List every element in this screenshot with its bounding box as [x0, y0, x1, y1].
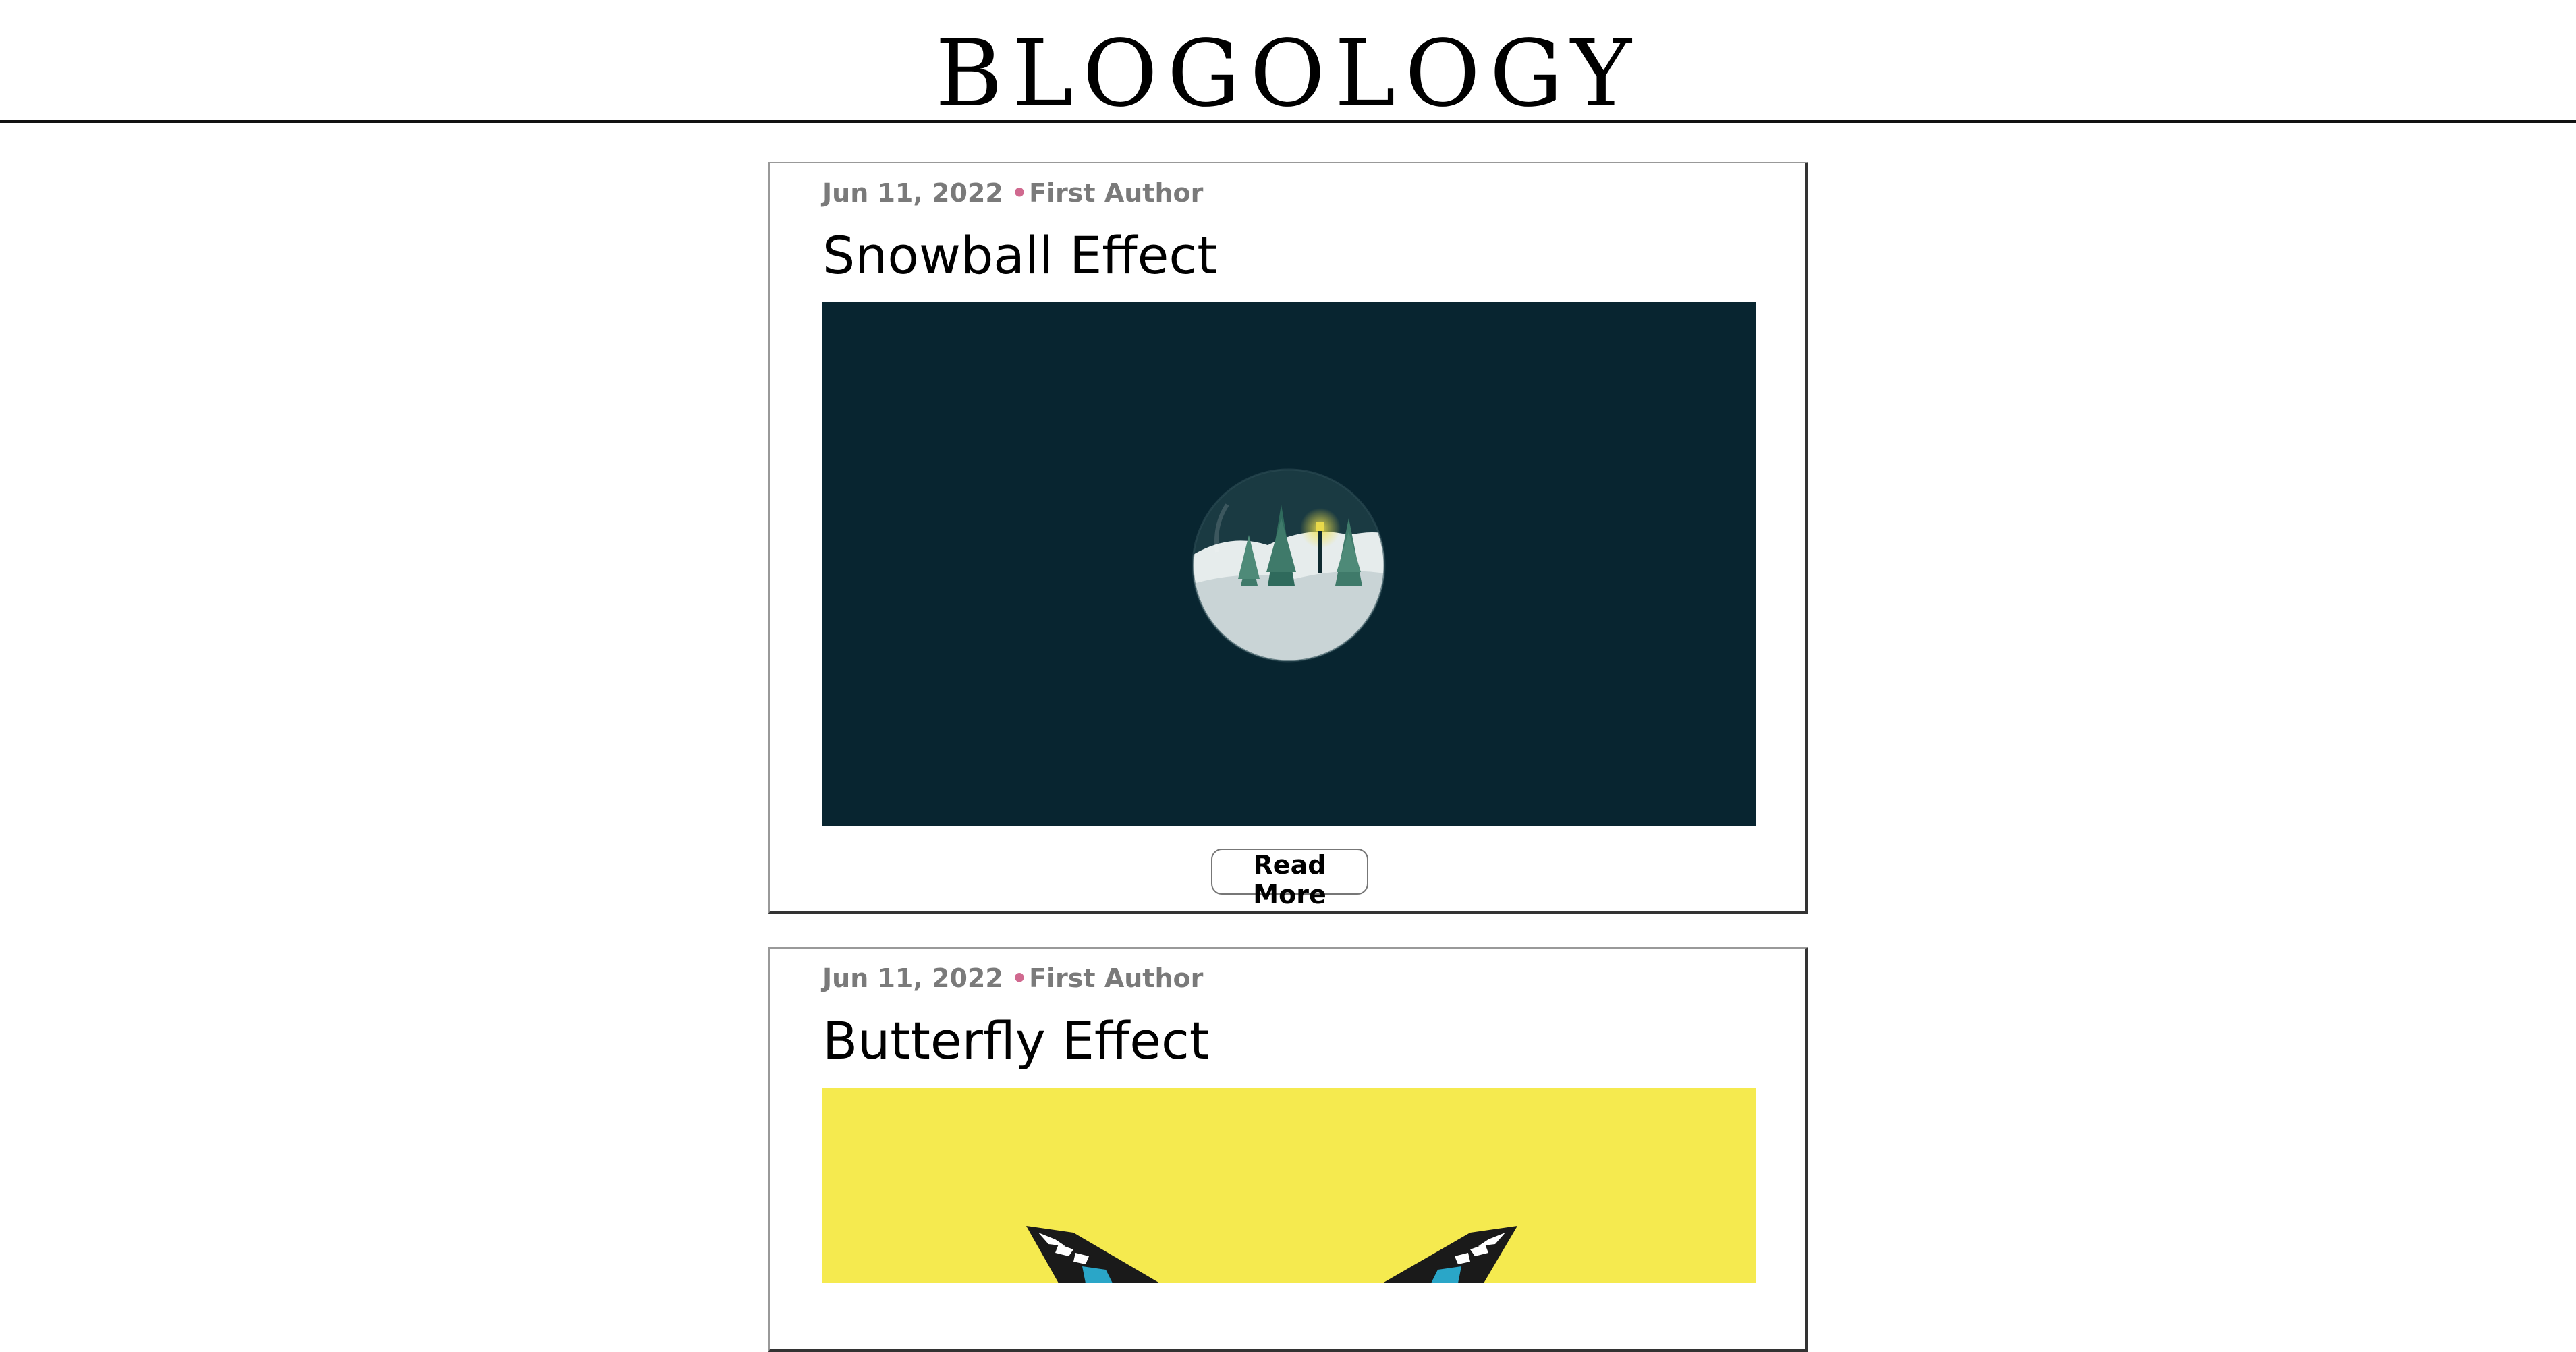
read-more-button[interactable]: Read More: [1211, 849, 1368, 909]
post-meta: Jun 11, 2022 •First Author: [822, 178, 1203, 208]
post-meta: Jun 11, 2022 •First Author: [822, 963, 1203, 993]
post-title[interactable]: Butterfly Effect: [822, 1013, 1210, 1069]
post-image[interactable]: [822, 302, 1756, 826]
site-header: BLOGOLOGY: [0, 0, 2576, 123]
post-image[interactable]: [822, 1088, 1756, 1283]
post-author[interactable]: First Author: [1029, 963, 1203, 993]
post-date: Jun 11, 2022: [822, 963, 1003, 993]
butterfly-icon: [1026, 1226, 1517, 1283]
meta-separator: •: [1011, 178, 1028, 208]
site-title[interactable]: BLOGOLOGY: [0, 28, 2576, 120]
post-title[interactable]: Snowball Effect: [822, 227, 1217, 284]
post-card: Jun 11, 2022 •First Author Snowball Effec…: [768, 162, 1808, 914]
post-author[interactable]: First Author: [1029, 178, 1203, 208]
post-card: Jun 11, 2022 •First Author Butterfly Effe…: [768, 947, 1808, 1352]
meta-separator: •: [1011, 963, 1028, 993]
post-date: Jun 11, 2022: [822, 178, 1003, 208]
snow-globe-icon: [1192, 468, 1386, 663]
